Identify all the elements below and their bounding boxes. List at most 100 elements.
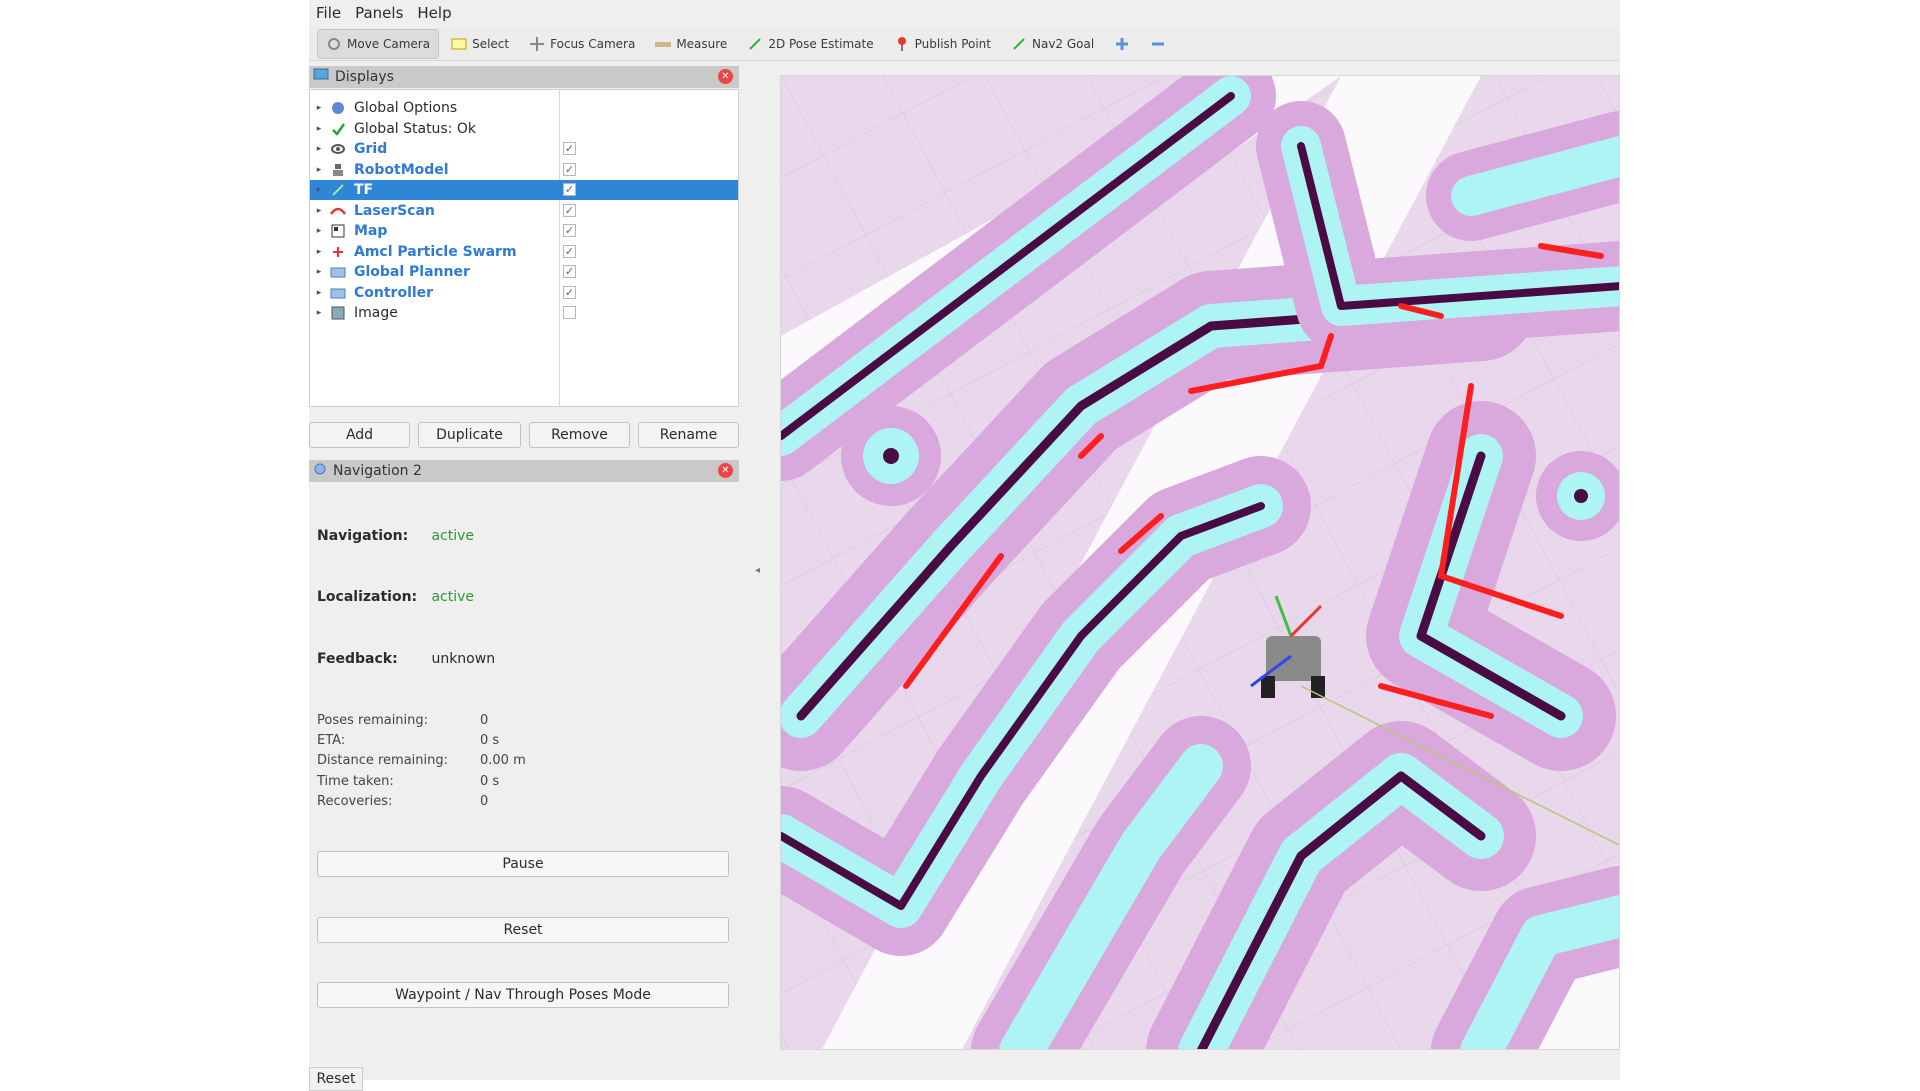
close-nav-icon[interactable]: ✕ — [718, 463, 733, 478]
pause-button[interactable]: Pause — [317, 851, 729, 877]
display-item-label: Map — [354, 223, 388, 239]
stat-label: ETA: — [317, 733, 346, 748]
expand-arrow-icon[interactable]: ▸ — [310, 103, 328, 113]
costmap-render — [781, 76, 1619, 1049]
stat-recoveries: Recoveries: 0 — [317, 794, 488, 809]
particle-swarm-icon — [328, 244, 348, 260]
stat-label: Poses remaining: — [317, 713, 429, 728]
move-camera-icon — [326, 36, 342, 52]
panel-splitter-handle[interactable]: ◂ — [755, 565, 760, 576]
waypoint-mode-button[interactable]: Waypoint / Nav Through Poses Mode — [317, 982, 729, 1008]
display-enabled-checkbox[interactable]: ✓ — [563, 142, 576, 155]
display-item[interactable]: ▸ Global Status: Ok — [310, 119, 738, 139]
display-enabled-checkbox[interactable]: ✓ — [563, 203, 576, 217]
toolbar: Move Camera Select Focus Camera Measure … — [309, 27, 1620, 61]
tf-icon — [328, 182, 348, 198]
display-item[interactable]: ▸ TF ✓ — [310, 180, 738, 200]
expand-arrow-icon[interactable]: ▸ — [310, 144, 328, 154]
display-item-label: Grid — [354, 141, 388, 157]
display-item[interactable]: ▸ Global Planner ✓ — [310, 262, 738, 282]
display-item-label: Global Status: Ok — [354, 120, 477, 137]
measure-label: Measure — [676, 36, 728, 51]
nav2-goal-tool[interactable]: Nav2 Goal — [1003, 30, 1102, 58]
select-label: Select — [472, 36, 510, 51]
nav-panel-title: Navigation 2 — [333, 463, 422, 479]
3d-viewport[interactable] — [780, 75, 1620, 1050]
focus-camera-tool[interactable]: Focus Camera — [521, 30, 643, 58]
checkmark-icon — [328, 121, 348, 137]
menubar: File Panels Help — [309, 0, 1620, 25]
expand-arrow-icon[interactable]: ▸ — [310, 124, 328, 134]
nav2-goal-icon — [1011, 36, 1027, 52]
display-item[interactable]: ▸ RobotModel ✓ — [310, 160, 738, 180]
pose-estimate-label: 2D Pose Estimate — [768, 36, 874, 51]
navigation-value: active — [431, 528, 475, 544]
stat-poses-remaining: Poses remaining: 0 — [317, 713, 488, 728]
measure-tool[interactable]: Measure — [647, 30, 735, 58]
display-item[interactable]: ▸ Map ✓ — [310, 221, 738, 241]
add-tool-button[interactable] — [1106, 30, 1138, 58]
menu-panels[interactable]: Panels — [348, 4, 410, 22]
remove-tool-button[interactable] — [1142, 30, 1174, 58]
expand-arrow-icon[interactable]: ▸ — [310, 206, 328, 216]
duplicate-button[interactable]: Duplicate — [418, 422, 521, 448]
display-enabled-checkbox[interactable]: ✓ — [563, 162, 576, 176]
move-camera-tool[interactable]: Move Camera — [317, 28, 440, 59]
display-item-label: Controller — [354, 284, 434, 301]
expand-arrow-icon[interactable]: ▸ — [310, 308, 328, 318]
plus-icon — [1114, 36, 1130, 52]
display-item[interactable]: ▸ Controller ✓ — [310, 283, 738, 303]
display-item-label: Global Options — [354, 100, 458, 116]
image-icon — [328, 305, 348, 321]
display-item[interactable]: ▸ Grid ✓ — [310, 139, 738, 159]
display-item[interactable]: ▸ Image — [310, 303, 738, 323]
displays-panel-icon — [313, 68, 329, 86]
display-item[interactable]: ▸ Amcl Particle Swarm ✓ — [310, 242, 738, 262]
pose-estimate-icon — [747, 36, 763, 52]
feedback-label: Feedback: — [317, 651, 398, 667]
folder-icon — [328, 264, 348, 280]
menu-help[interactable]: Help — [410, 4, 458, 22]
display-enabled-checkbox[interactable]: ✓ — [563, 265, 576, 278]
add-button[interactable]: Add — [309, 422, 410, 448]
display-enabled-checkbox[interactable]: ✓ — [563, 244, 576, 258]
pose-estimate-tool[interactable]: 2D Pose Estimate — [739, 30, 881, 58]
expand-arrow-icon[interactable]: ▸ — [310, 185, 328, 195]
display-item-label: Image — [354, 305, 398, 321]
display-enabled-checkbox[interactable] — [563, 306, 576, 319]
expand-arrow-icon[interactable]: ▸ — [310, 288, 328, 298]
laser-scan-icon — [328, 203, 348, 219]
expand-arrow-icon[interactable]: ▸ — [310, 226, 328, 236]
stat-value: 0 — [480, 794, 489, 809]
select-tool[interactable]: Select — [443, 30, 517, 58]
remove-button[interactable]: Remove — [528, 422, 630, 448]
reset-nav-button[interactable]: Reset — [317, 917, 729, 943]
robot-model-icon — [328, 162, 348, 178]
displays-panel-title: Displays — [335, 69, 394, 85]
display-item-label: RobotModel — [354, 161, 449, 178]
display-item-label: TF — [354, 182, 374, 198]
nav-panel-icon — [313, 462, 327, 480]
grid-icon — [328, 141, 348, 157]
rename-button[interactable]: Rename — [637, 422, 739, 448]
menu-file[interactable]: File — [309, 4, 348, 22]
publish-point-tool[interactable]: Publish Point — [886, 30, 999, 58]
stat-value: 0 s — [480, 774, 500, 789]
minus-icon — [1150, 36, 1166, 52]
publish-point-icon — [894, 36, 910, 52]
close-displays-icon[interactable]: ✕ — [718, 69, 733, 84]
expand-arrow-icon[interactable]: ▸ — [310, 267, 328, 277]
expand-arrow-icon[interactable]: ▸ — [310, 165, 328, 175]
display-enabled-checkbox[interactable]: ✓ — [563, 285, 576, 299]
display-item[interactable]: ▸ LaserScan ✓ — [310, 201, 738, 221]
display-item-label: Amcl Particle Swarm — [354, 243, 517, 260]
navigation-status: Navigation: active — [317, 528, 474, 544]
display-enabled-checkbox[interactable]: ✓ — [563, 183, 576, 196]
display-enabled-checkbox[interactable]: ✓ — [563, 224, 576, 237]
localization-value: active — [431, 589, 475, 605]
nav-panel-header: Navigation 2 ✕ — [309, 460, 739, 482]
stat-label: Distance remaining: — [317, 753, 448, 768]
display-item[interactable]: ▸ Global Options — [310, 98, 738, 118]
expand-arrow-icon[interactable]: ▸ — [310, 247, 328, 257]
reset-button[interactable]: Reset — [309, 1067, 363, 1091]
